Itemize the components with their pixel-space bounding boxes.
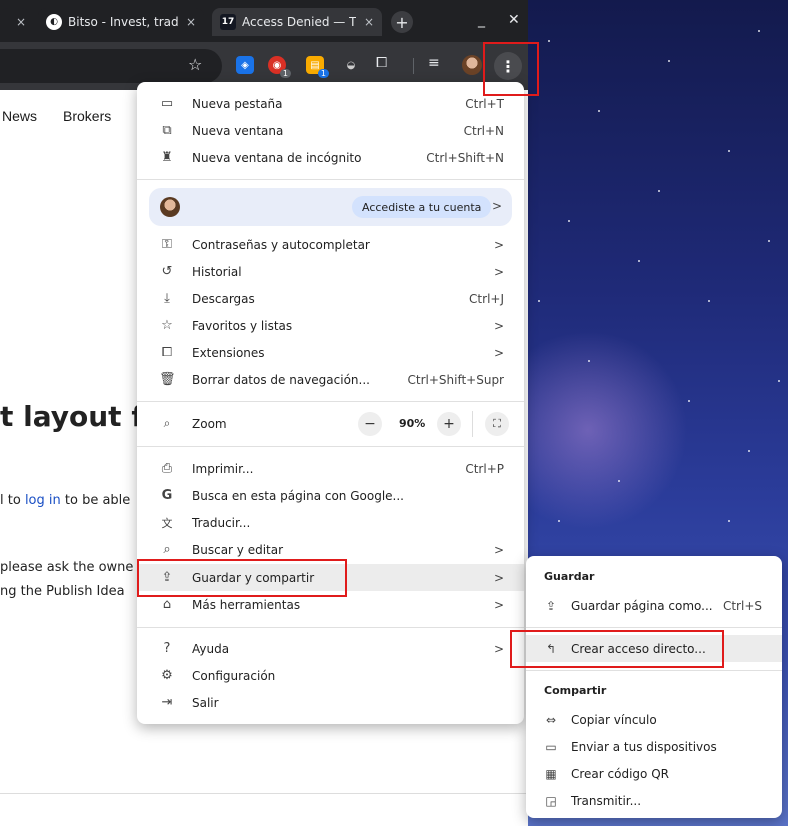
- menu-history[interactable]: ↺ Historial >: [137, 258, 524, 285]
- help-icon: ?: [163, 641, 171, 656]
- save-page-icon: ⇪: [545, 598, 557, 613]
- menu-exit[interactable]: ⇥ Salir: [137, 689, 524, 716]
- menu-separator: [137, 401, 524, 402]
- login-link[interactable]: log in: [25, 493, 61, 508]
- close-tab-icon[interactable]: ×: [364, 15, 374, 29]
- qr-icon: ▦: [545, 766, 557, 781]
- menu-save-page-as[interactable]: ⇪ Guardar página como... Ctrl+S: [526, 592, 782, 619]
- save-share-submenu: Guardar ⇪ Guardar página como... Ctrl+S …: [526, 556, 782, 818]
- menu-separator: [526, 670, 782, 671]
- menu-new-window[interactable]: ⧉ Nueva ventana Ctrl+N: [137, 117, 524, 144]
- annotation-box-menu-button: [483, 42, 539, 96]
- annotation-box-save-share: [137, 559, 347, 597]
- publish-message: ng the Publish Idea: [0, 584, 125, 599]
- exit-icon: ⇥: [161, 695, 173, 710]
- zoom-icon: ⌕: [163, 416, 171, 430]
- extensions-puzzle-icon[interactable]: ⧠: [376, 55, 387, 71]
- zoom-in-button[interactable]: +: [437, 412, 461, 436]
- new-tab-button[interactable]: +: [391, 11, 413, 33]
- toolbar-divider: [413, 58, 414, 74]
- tradingview-favicon-icon: 17: [220, 14, 236, 30]
- incognito-icon: ♜: [161, 150, 173, 165]
- settings-icon: ⚙: [161, 668, 173, 683]
- menu-separator: [137, 179, 524, 180]
- nav-news[interactable]: News: [2, 108, 37, 124]
- save-heading: Guardar: [544, 570, 595, 583]
- tab-title: Bitso - Invest, trade: [68, 15, 178, 29]
- menu-search-google[interactable]: G Busca en esta página con Google...: [137, 482, 524, 509]
- profile-avatar[interactable]: [462, 55, 482, 75]
- menu-print[interactable]: ⎙ Imprimir... Ctrl+P: [137, 455, 524, 482]
- menu-incognito[interactable]: ♜ Nueva ventana de incógnito Ctrl+Shift+…: [137, 144, 524, 171]
- print-icon: ⎙: [161, 461, 173, 476]
- menu-create-qr[interactable]: ▦ Crear código QR: [526, 760, 782, 787]
- bitso-favicon-icon: ◐: [46, 14, 62, 30]
- new-window-icon: ⧉: [162, 123, 172, 138]
- chrome-main-menu: ▭ Nueva pestaña Ctrl+T ⧉ Nueva ventana C…: [137, 82, 524, 724]
- toolbox-icon: ⌂: [162, 597, 172, 612]
- menu-separator: [137, 627, 524, 628]
- key-icon: ⚿: [162, 237, 172, 252]
- menu-bookmarks[interactable]: ☆ Favoritos y listas >: [137, 312, 524, 339]
- login-message: l to log in to be able: [0, 493, 131, 508]
- menu-copy-link[interactable]: ⇔ Copiar vínculo: [526, 706, 782, 733]
- owner-message: please ask the owne: [0, 560, 134, 575]
- tab-partial[interactable]: ×: [0, 8, 30, 36]
- chevron-right-icon: >: [491, 199, 502, 213]
- profile-avatar: [160, 197, 180, 217]
- fullscreen-button[interactable]: ⛶: [485, 412, 509, 436]
- menu-passwords[interactable]: ⚿ Contraseñas y autocompletar >: [137, 231, 524, 258]
- tab-title: Access Denied — T: [242, 15, 356, 29]
- share-heading: Compartir: [544, 684, 607, 697]
- menu-separator: [526, 627, 782, 628]
- zoom-divider: [472, 411, 473, 437]
- menu-cast[interactable]: ◲ Transmitir...: [526, 787, 782, 814]
- extension-4-icon[interactable]: ◒: [342, 56, 360, 74]
- menu-settings[interactable]: ⚙ Configuración: [137, 662, 524, 689]
- tab-strip: × ◐ Bitso - Invest, trade × 17 Access De…: [0, 0, 528, 42]
- puzzle-icon: ⧠: [161, 345, 173, 360]
- bookmark-star-icon[interactable]: ☆: [188, 55, 202, 74]
- menu-extensions[interactable]: ⧠ Extensiones >: [137, 339, 524, 366]
- google-icon: G: [161, 488, 173, 503]
- zoom-level: 90%: [399, 417, 426, 430]
- tab-bitso[interactable]: ◐ Bitso - Invest, trade ×: [38, 8, 204, 36]
- nav-brokers[interactable]: Brokers: [63, 108, 111, 124]
- zoom-out-button[interactable]: −: [358, 412, 382, 436]
- new-tab-icon: ▭: [160, 96, 174, 111]
- devices-icon: ▭: [545, 739, 557, 754]
- minimize-button[interactable]: _: [478, 12, 485, 28]
- extension-1-icon[interactable]: ◈: [236, 56, 254, 74]
- menu-new-tab[interactable]: ▭ Nueva pestaña Ctrl+T: [137, 90, 524, 117]
- history-icon: ↺: [161, 264, 173, 279]
- profile-row[interactable]: Accediste a tu cuenta >: [149, 188, 512, 226]
- zoom-label: Zoom: [192, 417, 227, 431]
- signed-in-pill: Accediste a tu cuenta: [352, 196, 492, 218]
- menu-separator: [137, 446, 524, 447]
- star-icon: ☆: [161, 318, 173, 333]
- media-control-icon[interactable]: ≡: [428, 55, 440, 71]
- window-close-button[interactable]: ✕: [508, 12, 520, 28]
- translate-icon: 文: [161, 516, 173, 530]
- footer-divider: [0, 793, 528, 794]
- close-tab-icon[interactable]: ×: [186, 15, 196, 29]
- tab-access-denied[interactable]: 17 Access Denied — T ×: [212, 8, 382, 36]
- link-icon: ⇔: [545, 712, 557, 727]
- find-edit-icon: ⌕: [163, 542, 171, 557]
- menu-clear-data[interactable]: 🗑 Borrar datos de navegación... Ctrl+Shi…: [137, 366, 524, 393]
- extension-2-icon[interactable]: ◉ 1: [268, 56, 291, 78]
- zoom-row: ⌕ Zoom − 90% + ⛶: [137, 409, 524, 439]
- menu-downloads[interactable]: ⤓ Descargas Ctrl+J: [137, 285, 524, 312]
- menu-send-devices[interactable]: ▭ Enviar a tus dispositivos: [526, 733, 782, 760]
- annotation-box-create-shortcut: [510, 630, 724, 668]
- extension-3-icon[interactable]: ▤ 1: [306, 56, 329, 78]
- close-tab-icon[interactable]: ×: [16, 15, 26, 29]
- trash-icon: 🗑: [159, 372, 176, 387]
- menu-help[interactable]: ? Ayuda >: [137, 635, 524, 662]
- menu-translate[interactable]: 文 Traducir...: [137, 509, 524, 536]
- download-icon: ⤓: [164, 291, 170, 306]
- cast-icon: ◲: [545, 793, 557, 808]
